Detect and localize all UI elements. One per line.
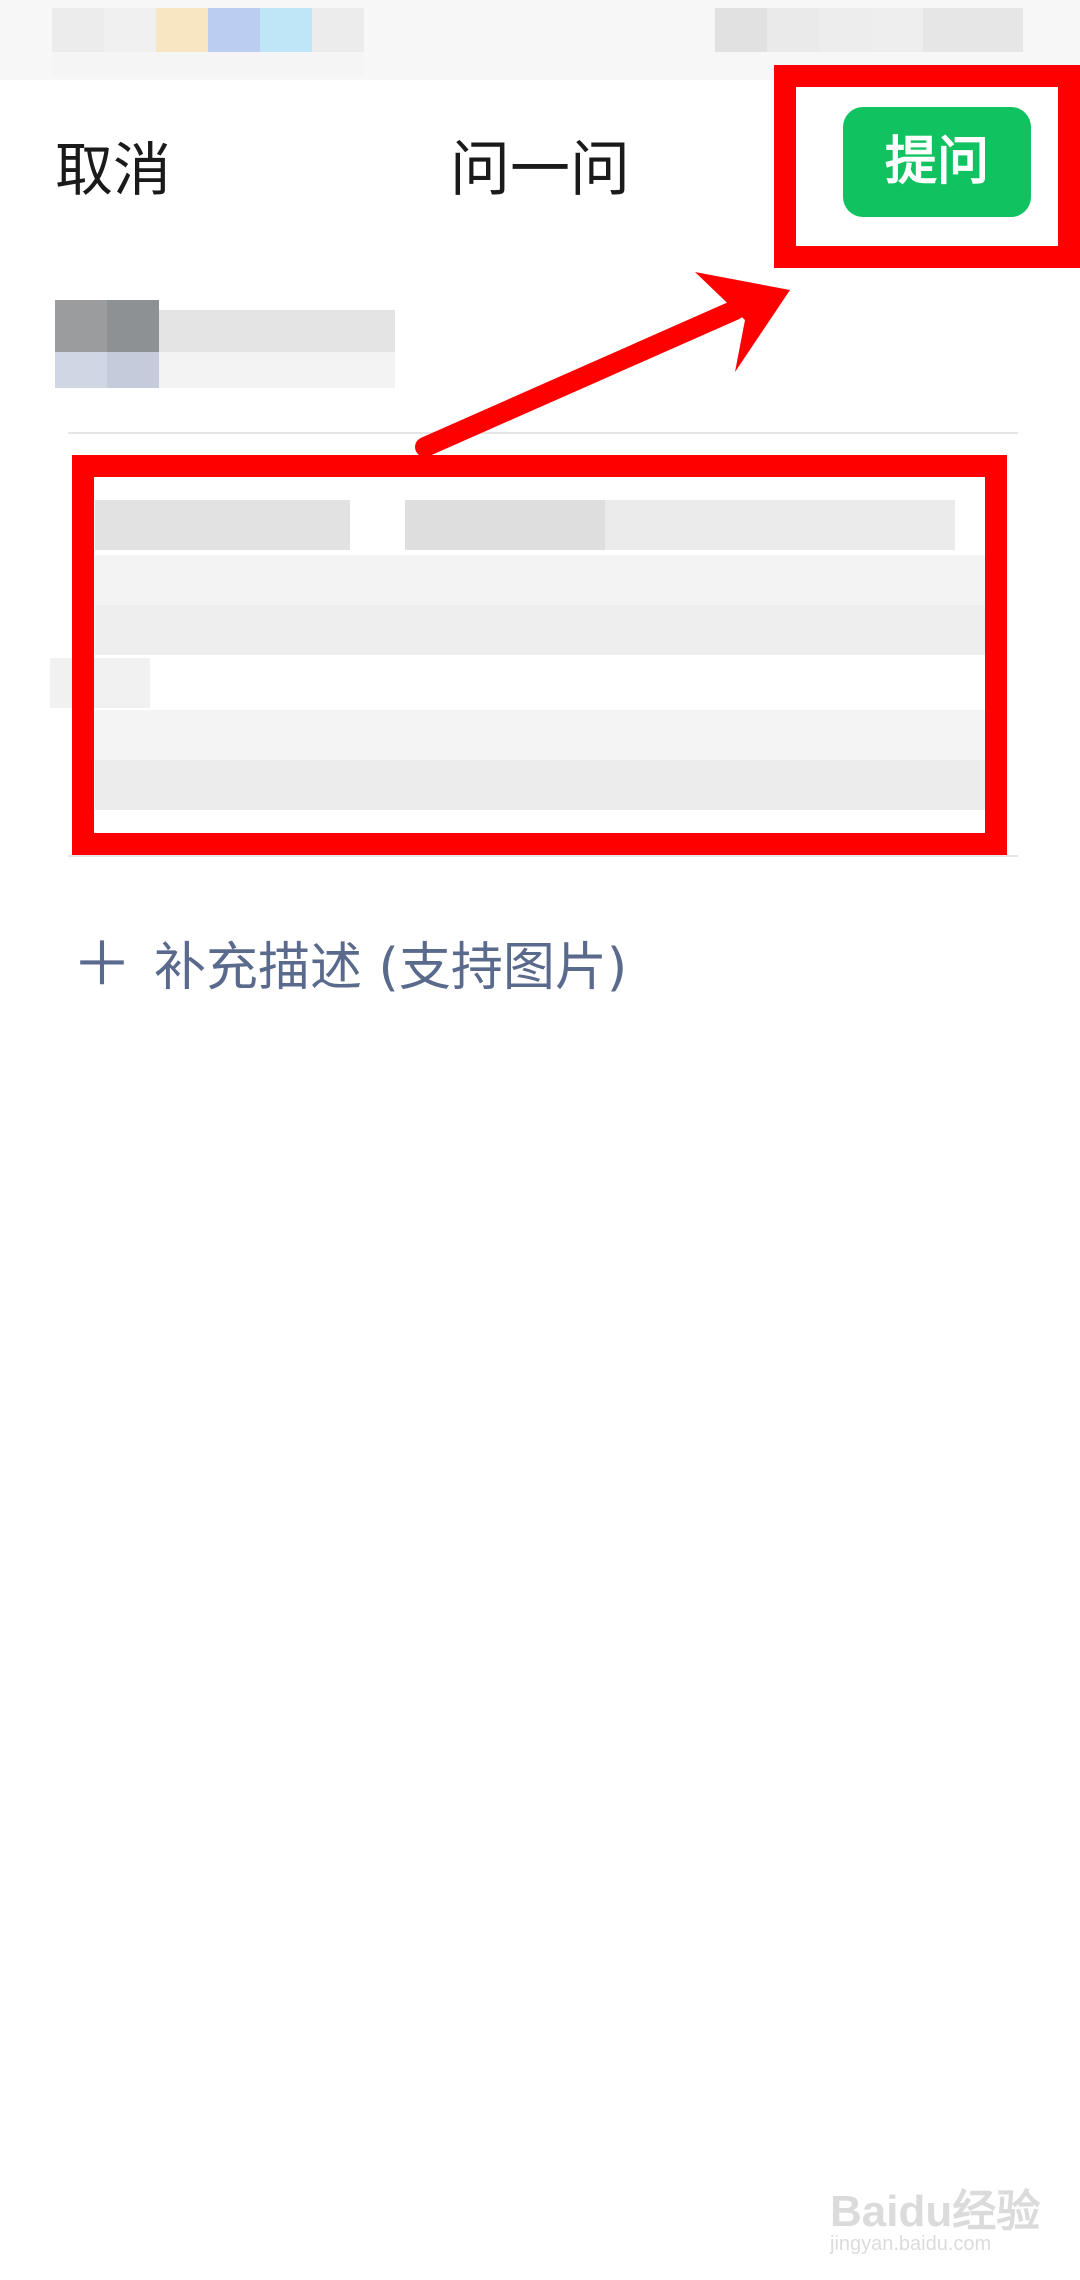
watermark: Baidu经验 jingyan.baidu.com	[830, 2175, 1060, 2265]
status-blur	[208, 8, 260, 52]
annotation-highlight-ask-button	[774, 65, 1080, 268]
status-blur	[819, 8, 871, 52]
status-blur	[104, 8, 156, 52]
status-blur	[923, 8, 1023, 52]
status-blur	[871, 8, 923, 52]
status-blur	[715, 8, 767, 52]
username-blur	[159, 352, 395, 388]
plus-icon: ＋	[72, 930, 132, 1000]
status-blur	[52, 52, 364, 76]
divider	[68, 432, 1018, 434]
avatar	[107, 300, 159, 352]
status-blur	[52, 8, 104, 52]
avatar	[55, 300, 107, 352]
divider	[68, 855, 1018, 857]
status-blur	[312, 8, 364, 52]
status-blur	[156, 8, 208, 52]
annotation-highlight-question	[72, 455, 1007, 855]
blurred-user-info	[55, 300, 395, 395]
page: 取消 问一问 提问 ＋补充描述 (支持图片) Baidu经验 jingyan.b…	[0, 0, 1080, 2280]
status-blur	[767, 8, 819, 52]
avatar	[55, 352, 107, 388]
username-blur	[159, 310, 395, 352]
status-blur	[260, 8, 312, 52]
watermark-url: jingyan.baidu.com	[830, 2233, 992, 2255]
add-description-label: 补充描述 (支持图片)	[154, 938, 628, 998]
add-description-button[interactable]: ＋ 补充描述 (支持图片)	[72, 930, 627, 1003]
baidu-logo: Baidu经验	[830, 2187, 1041, 2236]
avatar	[107, 352, 159, 388]
